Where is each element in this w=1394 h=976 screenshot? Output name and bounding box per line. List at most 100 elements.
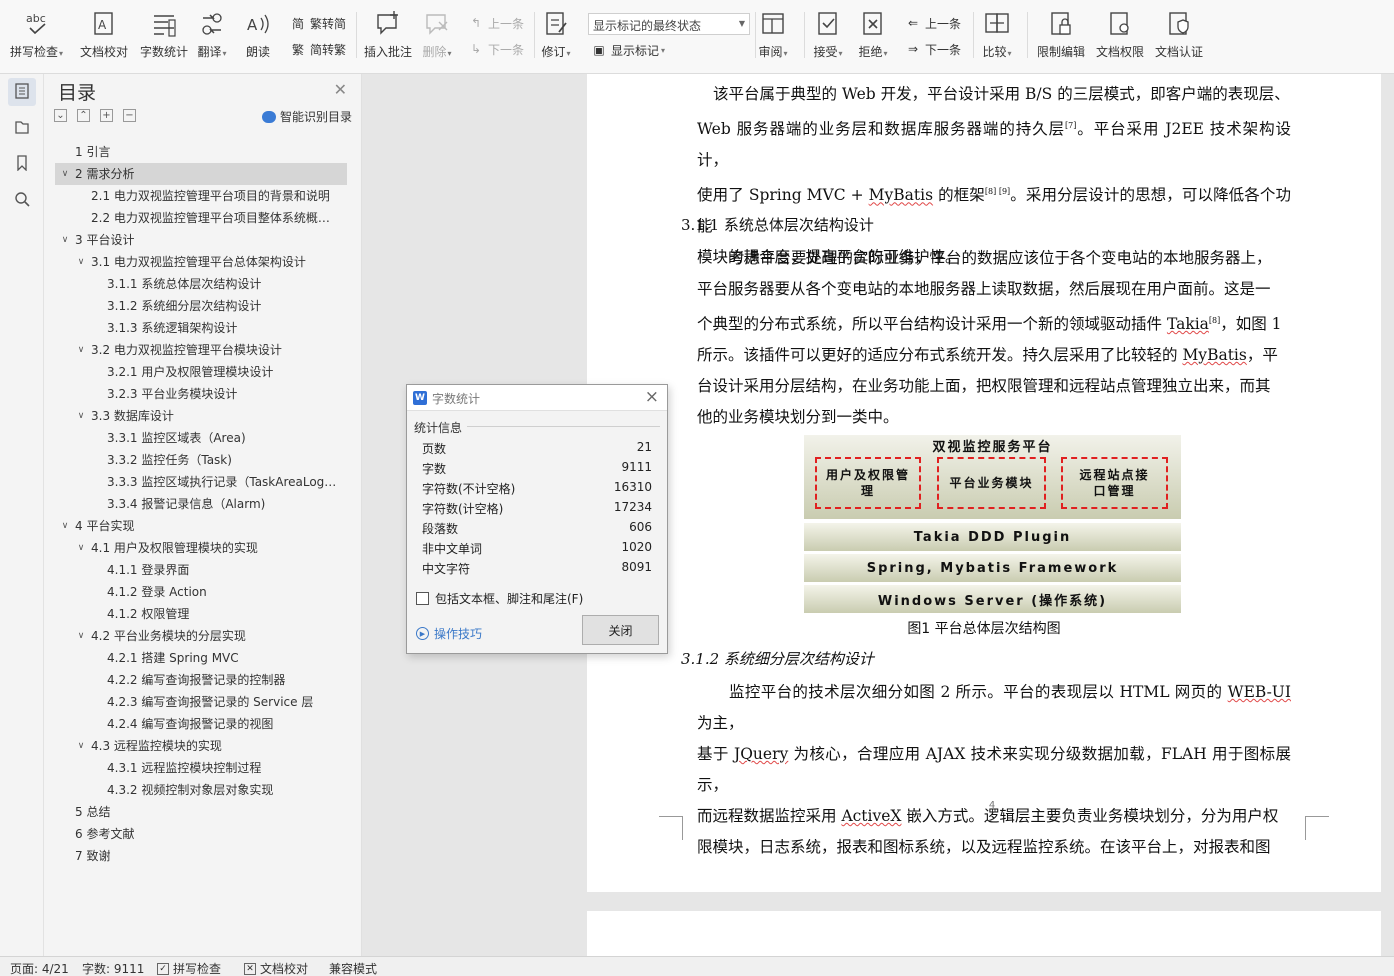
toc-item[interactable]: 4.1.1 登录界面	[55, 559, 347, 581]
chevron-down-icon[interactable]: ∨	[75, 735, 87, 757]
toc-item[interactable]: 2.2 电力双视监控管理平台项目整体系统概…	[55, 207, 347, 229]
toc-item[interactable]: 6 参考文献	[55, 823, 347, 845]
restrict-edit-button[interactable]: 限制编辑	[1037, 8, 1085, 64]
close-button[interactable]: 关闭	[582, 615, 659, 645]
markup-state-value: 显示标记的最终状态	[593, 19, 702, 33]
add-heading-icon[interactable]: +	[100, 109, 113, 122]
toc-item[interactable]: 3.3.2 监控任务（Task)	[55, 449, 347, 471]
toc-item[interactable]: 3.2.3 平台业务模块设计	[55, 383, 347, 405]
prev-change-button[interactable]: ⇐ 上一条	[904, 13, 961, 33]
ribbon-divider	[356, 12, 357, 58]
show-markup-button[interactable]: ▣ 显示标记 ▾	[590, 40, 665, 60]
chevron-down-icon[interactable]: ∨	[59, 515, 71, 537]
status-proof[interactable]: ✕ 文档校对	[244, 960, 308, 976]
toc-item-label: 3.1.3 系统逻辑架构设计	[107, 321, 238, 335]
search-button[interactable]	[8, 186, 36, 214]
toc-item-label: 1 引言	[75, 145, 111, 159]
toc-item[interactable]: ∨ 4.1 用户及权限管理模块的实现	[55, 537, 347, 559]
simp-to-trad-button[interactable]: 繁简转繁	[289, 39, 346, 59]
next-change-button[interactable]: ⇒ 下一条	[904, 39, 961, 59]
toc-item[interactable]: 3.3.3 监控区域执行记录（TaskAreaLog…	[55, 471, 347, 493]
toc-item[interactable]: 7 致谢	[55, 845, 347, 867]
toc-pane-button[interactable]	[8, 78, 36, 106]
checkbox-box[interactable]	[416, 592, 429, 605]
toc-item[interactable]: 4.2.1 搭建 Spring MVC	[55, 647, 347, 669]
trad-to-simp-button[interactable]: 简繁转简	[289, 13, 346, 33]
toc-item[interactable]: 3.1.2 系统细分层次结构设计	[55, 295, 347, 317]
doc-proof-button[interactable]: A 文档校对	[80, 8, 128, 64]
toc-item[interactable]: ∨ 3.2 电力双视监控管理平台模块设计	[55, 339, 347, 361]
close-icon[interactable]: ×	[645, 387, 659, 407]
chevron-down-icon[interactable]: ∨	[75, 339, 87, 361]
spellcheck-button[interactable]: abc 拼写检查▾	[10, 8, 63, 64]
toc-item[interactable]: 3.2.1 用户及权限管理模块设计	[55, 361, 347, 383]
review-pane-button[interactable]: 审阅▾	[758, 8, 788, 64]
chevron-down-icon[interactable]: ∨	[75, 405, 87, 427]
toc-item[interactable]: 4.2.4 编写查询报警记录的视图	[55, 713, 347, 735]
toc-item[interactable]: ∨ 4 平台实现	[55, 515, 347, 537]
spellcheck-icon: abc	[22, 8, 52, 40]
remove-heading-icon[interactable]: −	[123, 109, 136, 122]
chevron-down-icon[interactable]: ∨	[59, 163, 71, 185]
insert-comment-button[interactable]: 插入批注	[364, 8, 412, 64]
toc-item[interactable]: 2.1 电力双视监控管理平台项目的背景和说明	[55, 185, 347, 207]
toc-item[interactable]: ∨ 4.3 远程监控模块的实现	[55, 735, 347, 757]
reject-button[interactable]: 拒绝▾	[858, 8, 888, 64]
dialog-titlebar[interactable]: W 字数统计 ×	[407, 385, 667, 411]
delete-comment-button[interactable]: 删除▾	[422, 8, 452, 64]
tips-link[interactable]: ▶ 操作技巧	[416, 625, 482, 642]
accept-button[interactable]: 接受▾	[813, 8, 843, 64]
toc-item[interactable]: 3.1.3 系统逻辑架构设计	[55, 317, 347, 339]
toc-item[interactable]: ∨ 3.1 电力双视监控管理平台总体架构设计	[55, 251, 347, 273]
translate-button[interactable]: 翻译▾	[197, 8, 227, 64]
status-words[interactable]: 字数: 9111	[82, 960, 144, 976]
dialog-title: 字数统计	[432, 392, 481, 406]
toc-item[interactable]: 3.3.4 报警记录信息（Alarm)	[55, 493, 347, 515]
doc-permission-button[interactable]: 文档权限	[1096, 8, 1144, 64]
word-count-button[interactable]: 字数统计	[140, 8, 188, 64]
toc-item[interactable]: ∨ 3.3 数据库设计	[55, 405, 347, 427]
doc-certify-button[interactable]: 文档认证	[1155, 8, 1203, 64]
compare-button[interactable]: 比较▾	[982, 8, 1012, 64]
toc-item[interactable]: 4.1.2 权限管理	[55, 603, 347, 625]
include-textbox-checkbox[interactable]: 包括文本框、脚注和尾注(F)	[416, 590, 583, 607]
chevron-down-icon[interactable]: ∨	[59, 229, 71, 251]
toc-item[interactable]: 3.1.1 系统总体层次结构设计	[55, 273, 347, 295]
compare-label: 比较	[982, 45, 1007, 59]
status-page[interactable]: 页面: 4/21	[10, 960, 69, 976]
toc-item[interactable]: 4.2.3 编写查询报警记录的 Service 层	[55, 691, 347, 713]
bookmark-button[interactable]	[8, 150, 36, 178]
stat-row: 中文字符 8091	[422, 560, 652, 580]
close-icon[interactable]: ✕	[334, 80, 347, 99]
chevron-down-icon[interactable]: ∨	[75, 251, 87, 273]
toc-item[interactable]: 4.2.2 编写查询报警记录的控制器	[55, 669, 347, 691]
markup-state-select[interactable]: 显示标记的最终状态 ▼	[588, 13, 750, 35]
prev-comment-button[interactable]: ↰ 上一条	[467, 13, 524, 33]
figure-layer-takia: Takia DDD Plugin	[804, 523, 1181, 551]
expand-all-icon[interactable]: ⌄	[54, 109, 67, 122]
status-spellcheck[interactable]: ✓ 拼写检查	[157, 960, 221, 976]
toc-item[interactable]: 4.3.1 远程监控模块控制过程	[55, 757, 347, 779]
read-aloud-button[interactable]: A 朗读	[243, 8, 273, 64]
collapse-all-icon[interactable]: ⌃	[77, 109, 90, 122]
smart-toc-button[interactable]: 智能识别目录	[261, 108, 352, 125]
toc-item[interactable]: ∨ 3 平台设计	[55, 229, 347, 251]
chevron-down-icon[interactable]: ∨	[75, 625, 87, 647]
figure-layer-windows: Windows Server (操作系统)	[804, 585, 1181, 613]
toc-item[interactable]: 1 引言	[55, 141, 347, 163]
toc-item[interactable]: 5 总结	[55, 801, 347, 823]
doc-proof-icon: A	[89, 8, 119, 40]
revise-button[interactable]: 修订▾	[541, 8, 571, 64]
toc-item[interactable]: 4.1.2 登录 Action	[55, 581, 347, 603]
toc-item[interactable]: 4.3.2 视频控制对象层对象实现	[55, 779, 347, 801]
translate-label: 翻译	[197, 45, 222, 59]
stat-row: 字数 9111	[422, 460, 652, 480]
toc-item[interactable]: 3.3.1 监控区域表（Area)	[55, 427, 347, 449]
toc-item[interactable]: ∨ 4.2 平台业务模块的分层实现	[55, 625, 347, 647]
toc-item-label: 7 致谢	[75, 849, 111, 863]
chapter-nav-button[interactable]	[8, 114, 36, 142]
read-aloud-label: 朗读	[245, 45, 270, 59]
next-comment-button[interactable]: ↳ 下一条	[467, 39, 524, 59]
toc-item[interactable]: ∨ 2 需求分析	[55, 163, 347, 185]
chevron-down-icon[interactable]: ∨	[75, 537, 87, 559]
